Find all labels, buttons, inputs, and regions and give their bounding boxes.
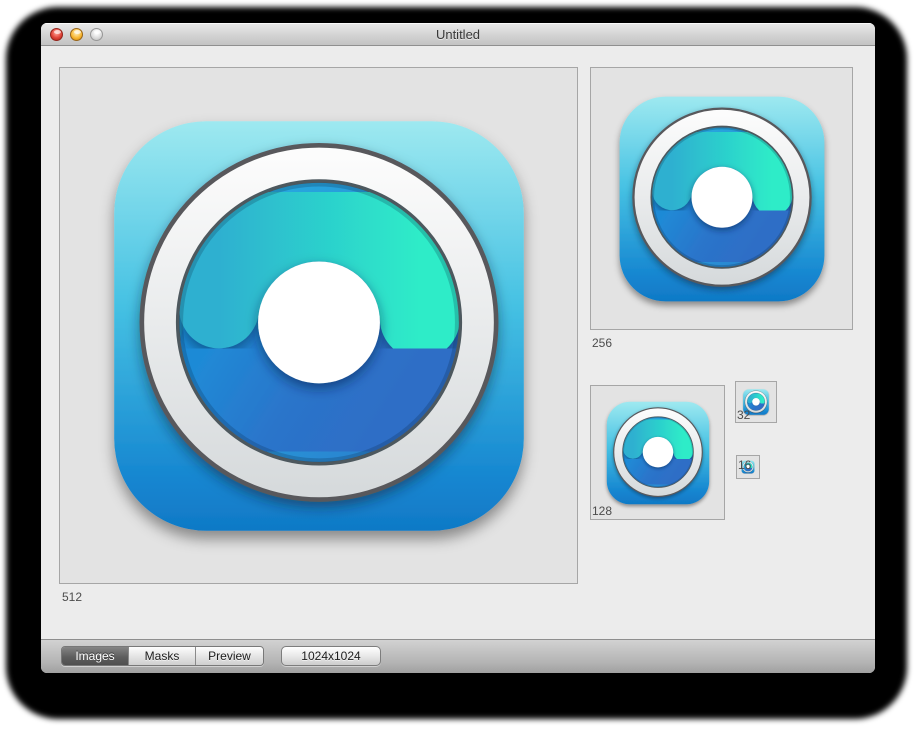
screenshot-stage: Untitled 512 256 12 — [0, 0, 915, 729]
view-segmented-control: Images Masks Preview — [61, 646, 264, 666]
icon-well-512[interactable] — [59, 67, 578, 584]
bottom-toolbar: Images Masks Preview 1024x1024 — [41, 639, 875, 673]
app-icon-128 — [594, 389, 722, 517]
tab-preview[interactable]: Preview — [196, 647, 263, 665]
size-label-32: 32 — [737, 408, 750, 422]
app-icon-256 — [594, 71, 850, 327]
icon-well-256[interactable] — [590, 67, 853, 330]
size-label-128: 128 — [592, 504, 612, 518]
size-1024-button[interactable]: 1024x1024 — [281, 646, 381, 666]
icon-well-128[interactable] — [590, 385, 725, 520]
content-area: 512 256 128 32 — [41, 47, 875, 639]
tab-images[interactable]: Images — [62, 647, 129, 665]
app-window: Untitled 512 256 12 — [41, 23, 875, 673]
app-icon-512 — [63, 70, 575, 582]
size-label-256: 256 — [592, 336, 612, 350]
title-bar[interactable]: Untitled — [41, 23, 875, 46]
window-title: Untitled — [41, 27, 875, 42]
size-label-512: 512 — [62, 590, 82, 604]
tab-masks[interactable]: Masks — [129, 647, 196, 665]
size-label-16: 16 — [738, 458, 751, 472]
